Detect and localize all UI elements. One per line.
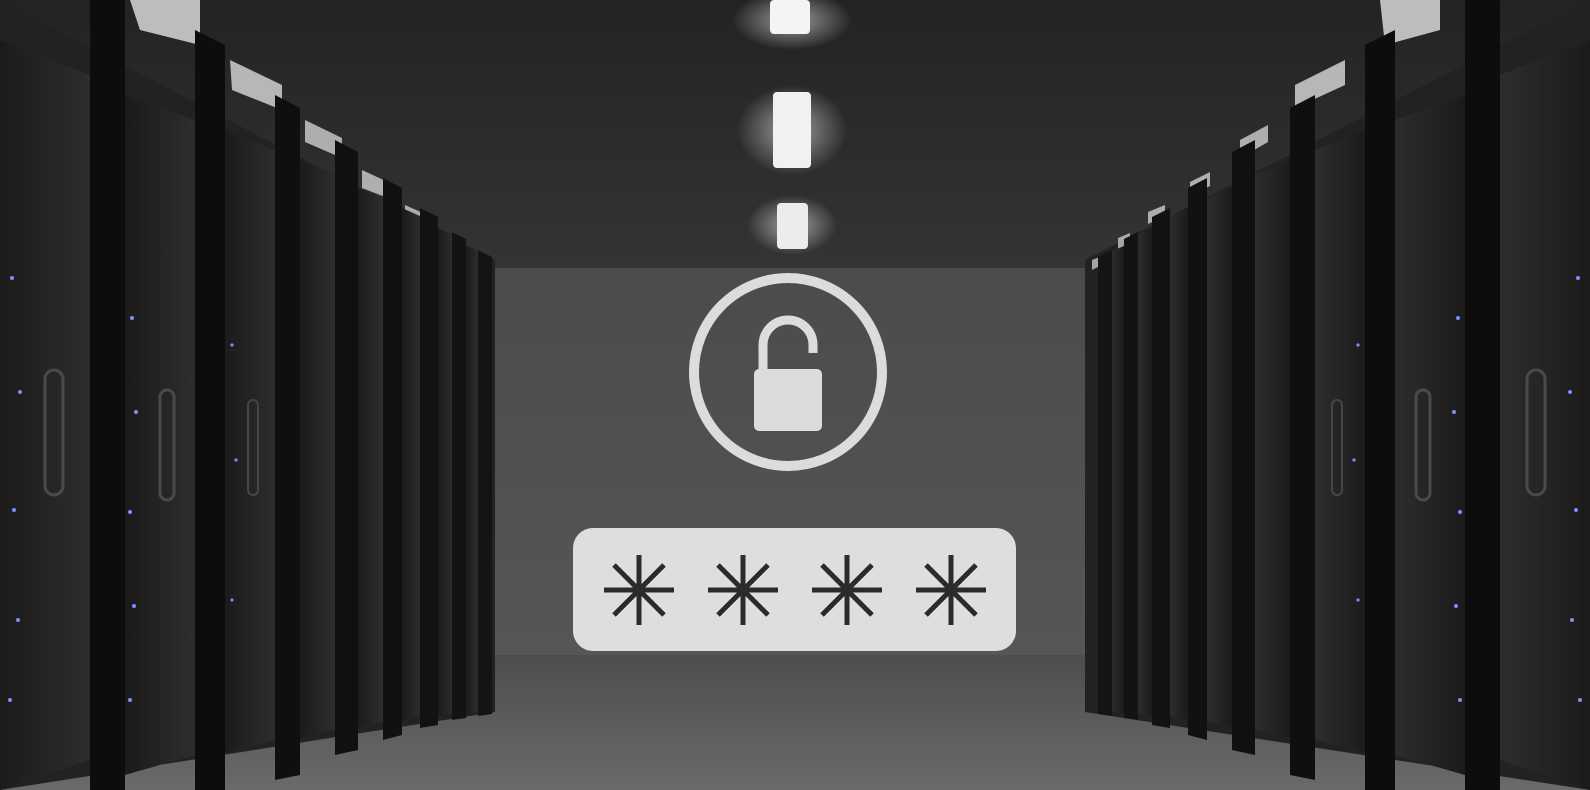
server-room-background [0,0,1590,790]
ceiling-light [773,92,811,168]
ceiling-light [770,0,810,34]
back-wall [495,268,1085,658]
server-room-scene [0,0,1590,790]
ceiling-light [777,203,808,249]
